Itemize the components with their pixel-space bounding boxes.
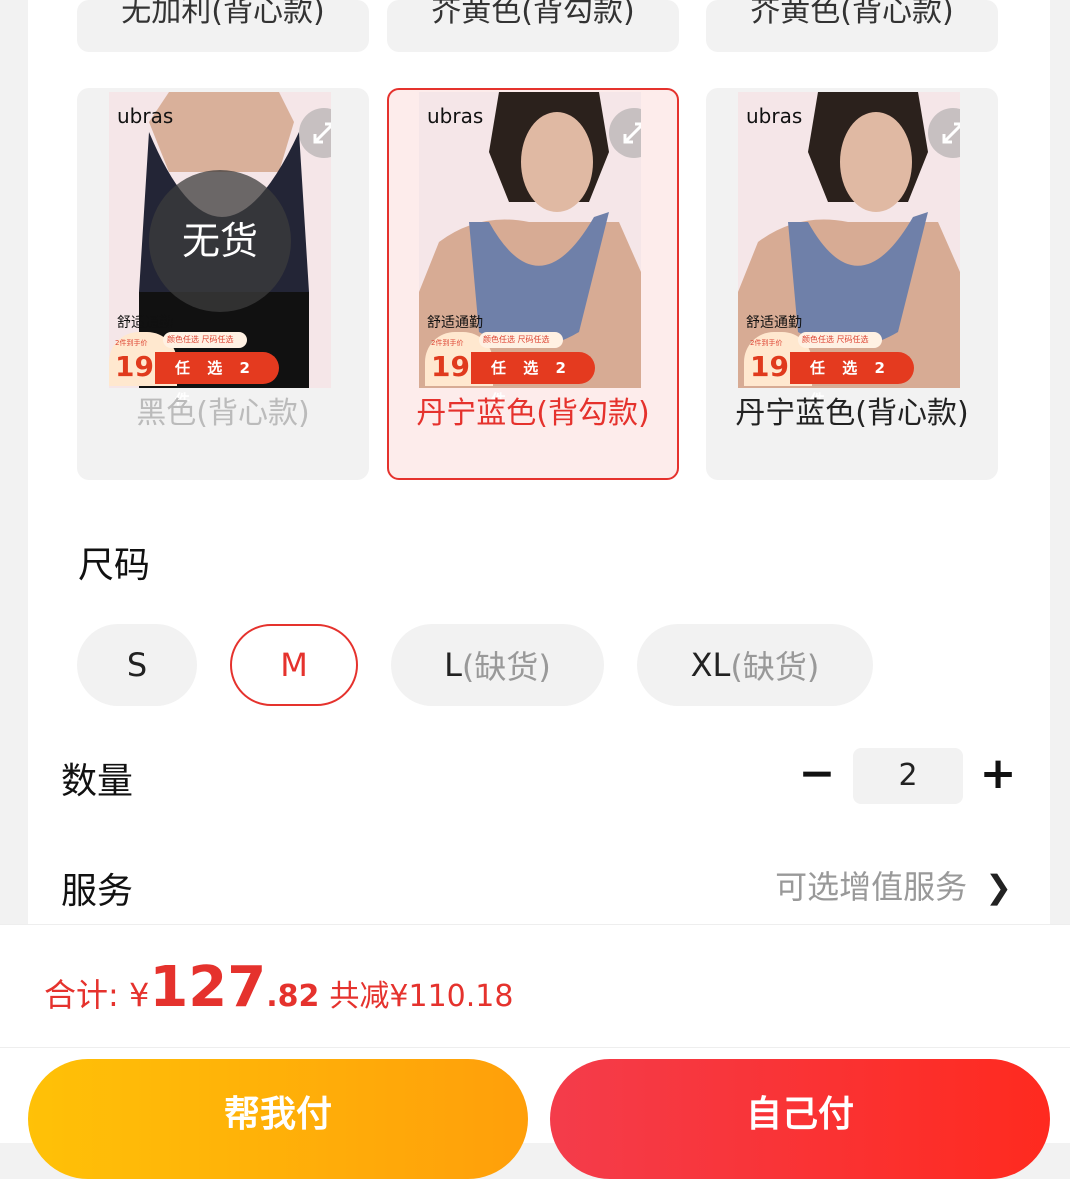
price-tag: 2件到手价 199 颜色任选 尺码任选 任 选 2 件 — [425, 332, 595, 409]
help-pay-button[interactable]: 帮我付 — [28, 1059, 528, 1179]
divider — [0, 1047, 1070, 1048]
brand-logo: ubras — [746, 104, 803, 128]
price-tag: 2件到手价 199 颜色任选 尺码任选 任 选 2 件 — [109, 332, 279, 409]
decrement-button[interactable]: − — [797, 746, 837, 806]
quantity-title: 数量 — [61, 761, 134, 802]
variant-card-denim-hook[interactable]: ubras 舒适通勤 2件到手价 199 颜色任选 尺码任选 任 选 2 件 丹… — [387, 88, 679, 480]
brand-logo: ubras — [117, 104, 174, 128]
promo-caption: 舒适通勤 — [117, 315, 173, 331]
service-selector[interactable]: 可选增值服务 ❯ — [775, 862, 1012, 908]
size-option-xl[interactable]: XL (缺货) — [637, 624, 873, 706]
total-label: 合计: — [44, 976, 129, 1014]
total-int: 127 — [149, 955, 267, 1020]
variant-label: 无加利(背心款) — [121, 0, 325, 29]
service-value: 可选增值服务 — [775, 868, 968, 906]
self-pay-button[interactable]: 自己付 — [550, 1059, 1050, 1179]
variant-label: 芥黄色(背勾款) — [431, 0, 635, 29]
deal-pill: 任 选 2 件 — [155, 352, 279, 409]
promo-caption: 舒适通勤 — [746, 315, 802, 331]
total-decimal: .82 — [266, 979, 320, 1014]
variant-name: 丹宁蓝色(背心款) — [735, 396, 969, 431]
size-option-m[interactable]: M — [230, 624, 358, 706]
variant-card-top-2[interactable]: 芥黄色(背勾款) — [387, 0, 679, 52]
size-option-l[interactable]: L (缺货) — [391, 624, 604, 706]
variant-card-black-vest[interactable]: ubras 舒适通勤 无货 2件到手价 199 颜色任选 尺码任选 任 选 2 … — [77, 88, 369, 480]
variant-label: 芥黄色(背心款) — [750, 0, 954, 29]
chevron-right-icon: ❯ — [985, 868, 1012, 906]
checkout-footer: 合计: ¥127.82 共减¥110.18 帮我付 自己付 — [0, 924, 1070, 1179]
promo-pill: 颜色任选 尺码任选 — [163, 332, 247, 348]
promo-pill: 颜色任选 尺码任选 — [479, 332, 563, 348]
price-tag: 2件到手价 199 颜色任选 尺码任选 任 选 2 件 — [744, 332, 914, 409]
promo-pill: 颜色任选 尺码任选 — [798, 332, 882, 348]
variant-card-top-1[interactable]: 无加利(背心款) — [77, 0, 369, 52]
brand-logo: ubras — [427, 104, 484, 128]
quantity-row: 数量 − 2 + — [28, 746, 1050, 806]
variant-card-top-3[interactable]: 芥黄色(背心款) — [706, 0, 998, 52]
variant-card-denim-vest[interactable]: ubras 舒适通勤 2件到手价 199 颜色任选 尺码任选 任 选 2 件 丹… — [706, 88, 998, 480]
variant-name: 黑色(背心款) — [136, 396, 310, 431]
promo-caption: 舒适通勤 — [427, 315, 483, 331]
currency-symbol: ¥ — [128, 976, 150, 1014]
saved-amount: 共减¥110.18 — [329, 979, 514, 1014]
quantity-input[interactable]: 2 — [853, 748, 963, 804]
out-of-stock-badge: 无货 — [149, 170, 291, 312]
deal-pill: 任 选 2 件 — [471, 352, 595, 409]
service-title: 服务 — [61, 871, 134, 912]
variant-name: 丹宁蓝色(背勾款) — [416, 396, 650, 431]
deal-pill: 任 选 2 件 — [790, 352, 914, 409]
size-section-title: 尺码 — [78, 545, 151, 586]
size-option-s[interactable]: S — [77, 624, 197, 706]
total-price: 合计: ¥127.82 共减¥110.18 — [44, 955, 513, 1020]
increment-button[interactable]: + — [978, 746, 1018, 806]
